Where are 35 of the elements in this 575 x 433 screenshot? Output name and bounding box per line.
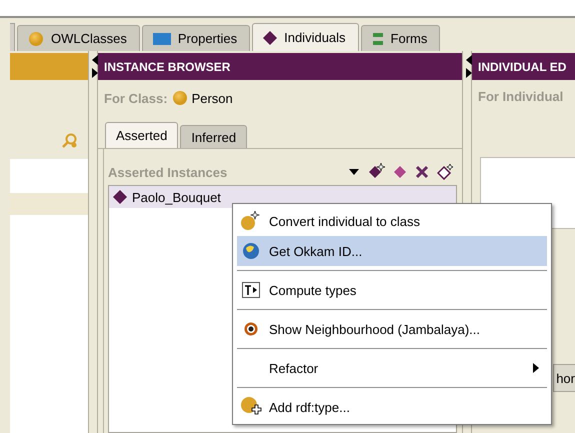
tab[interactable]: Forms (360, 25, 440, 51)
menu-item[interactable]: Add rdf:type... (237, 392, 547, 422)
panel-title: INSTANCE BROWSER (104, 60, 230, 74)
add-diamond-icon[interactable] (367, 163, 385, 181)
class-name: Person (192, 90, 233, 106)
diamond-icon[interactable] (393, 165, 407, 179)
class-icon (172, 90, 188, 106)
menu-item[interactable]: Refactor (237, 353, 547, 383)
panel-title: INDIVIDUAL ED (478, 60, 566, 74)
diamond-outline-icon[interactable] (437, 164, 453, 180)
menu-item[interactable]: Get Okkam ID... (237, 236, 547, 266)
circle-star-icon (240, 211, 262, 231)
caret-icon[interactable] (349, 168, 359, 176)
panel-button[interactable]: hor (553, 364, 575, 392)
menu-item[interactable]: Convert individual to class (237, 206, 547, 236)
type-icon (242, 282, 260, 298)
tab[interactable]: Properties (142, 25, 250, 51)
list-title: Asserted Instances (108, 164, 228, 180)
tab[interactable]: Inferred (180, 125, 248, 148)
forms-icon (372, 32, 384, 46)
tab[interactable]: OWLClasses (17, 25, 140, 51)
property-icon (152, 32, 171, 44)
for-class-label: For Class: (104, 90, 168, 106)
menu-item[interactable]: Show Neighbourhood (Jambalaya)... (237, 314, 547, 344)
delete-icon[interactable] (415, 165, 429, 179)
class-icon (28, 30, 44, 46)
globe-icon (242, 242, 260, 260)
tab[interactable]: Asserted (105, 122, 178, 148)
for-individual-label: For Individual (477, 88, 564, 106)
submenu-arrow-icon (533, 363, 539, 373)
diamond-icon (263, 30, 278, 44)
tab[interactable]: Individuals (252, 23, 359, 51)
target-icon (243, 321, 259, 337)
diamond-icon (113, 190, 127, 204)
menu-item[interactable]: Compute types (237, 275, 547, 305)
